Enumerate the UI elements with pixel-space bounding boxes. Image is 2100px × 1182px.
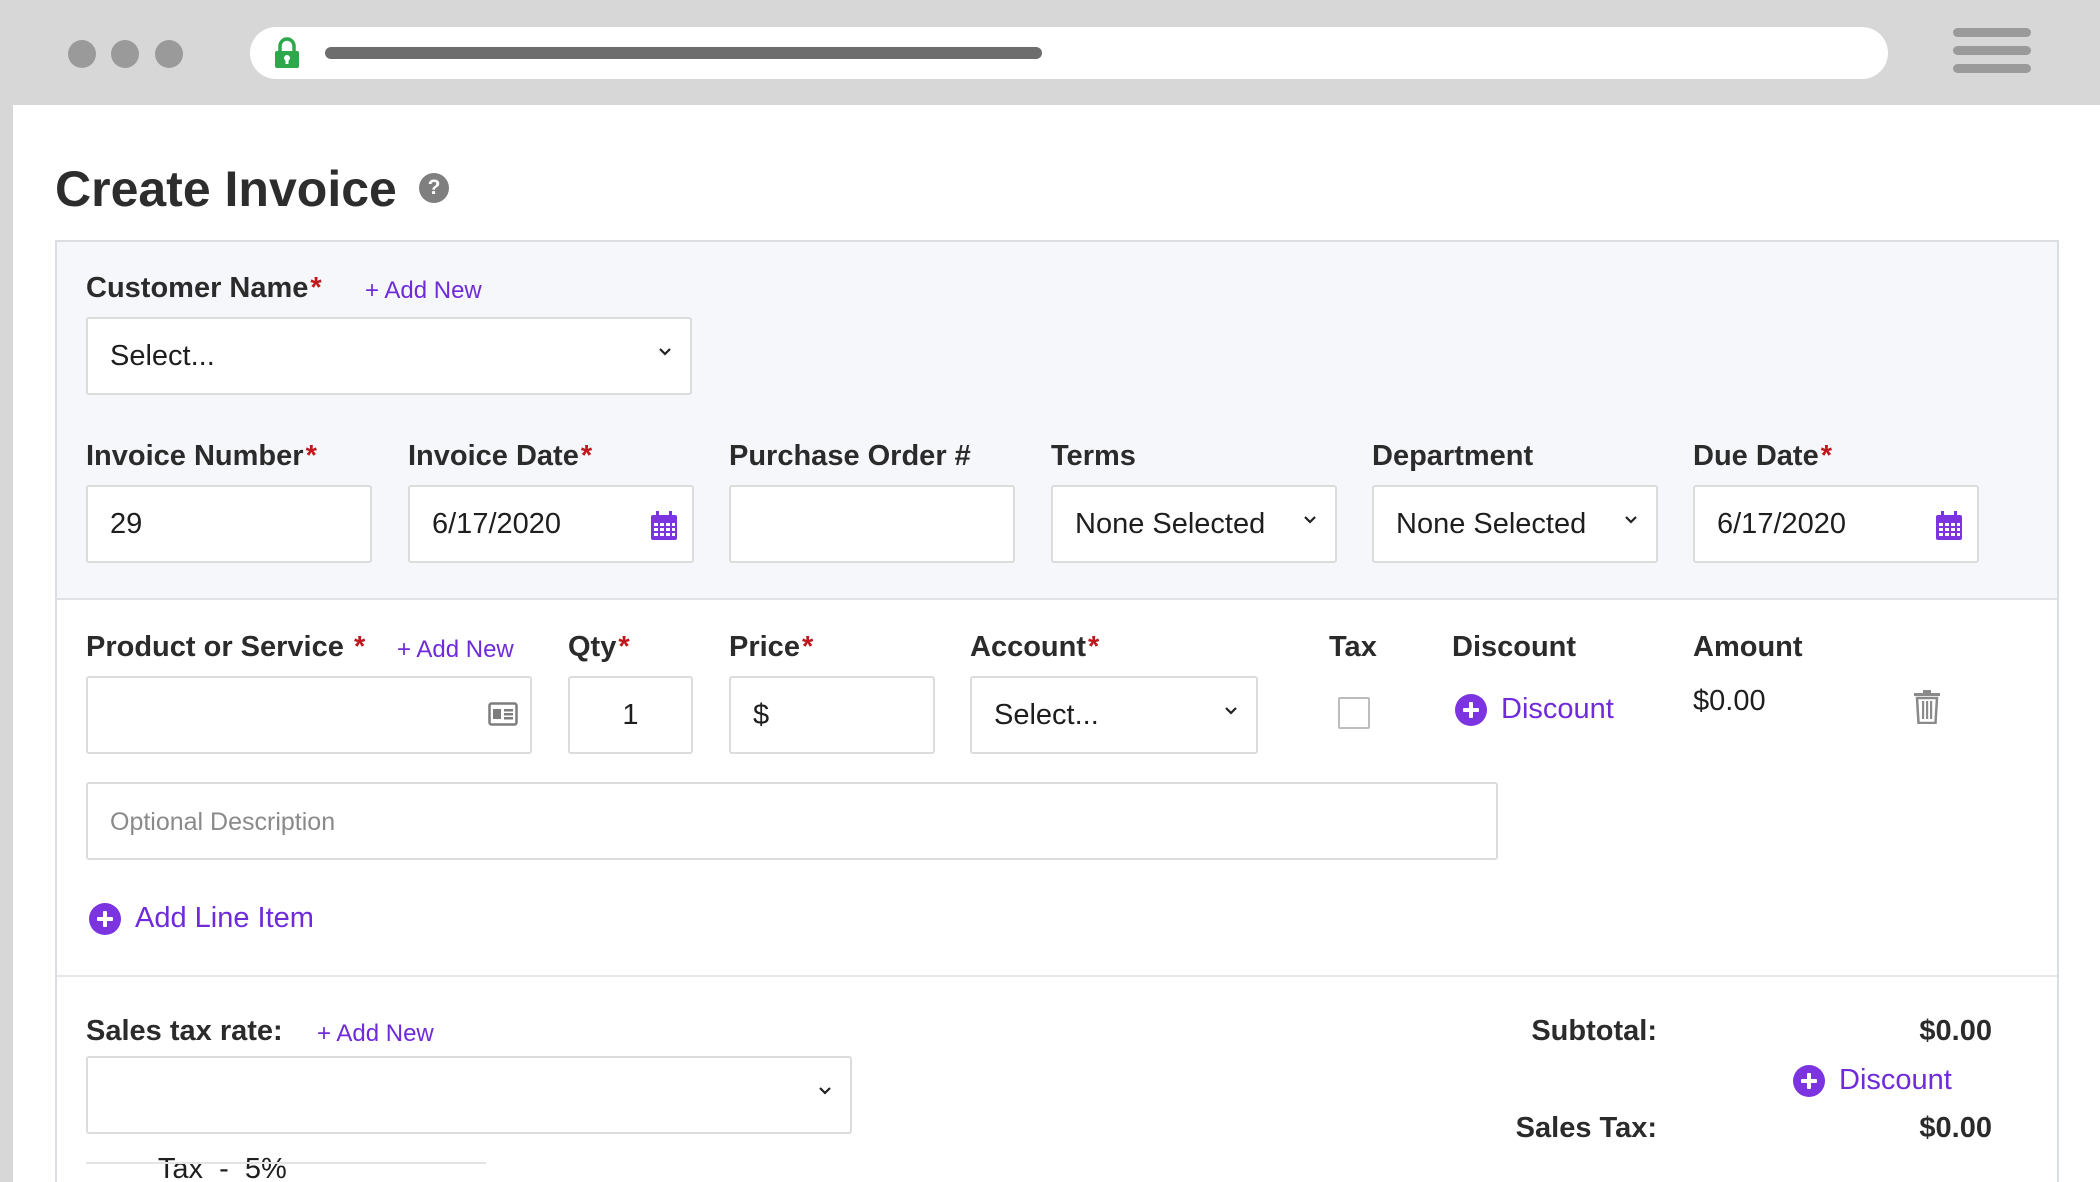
terms-label: Terms — [1051, 440, 1136, 472]
invoice-form: Customer Name* + Add New Select... Invoi… — [55, 240, 2059, 1182]
sales-tax-total-label: Sales Tax: — [1515, 1112, 1657, 1144]
product-service-label: Product or Service * — [86, 631, 366, 663]
chevron-down-icon — [659, 348, 671, 356]
id-card-icon — [488, 702, 518, 726]
plus-circle-icon — [89, 902, 121, 935]
customer-name-label: Customer Name* — [86, 272, 322, 304]
terms-select-value: None Selected — [1075, 508, 1266, 540]
add-new-product-link[interactable]: + Add New — [397, 636, 514, 664]
add-new-customer-link[interactable]: + Add New — [365, 277, 482, 305]
total-discount-button[interactable]: Discount — [1793, 1064, 1952, 1097]
account-select-value: Select... — [994, 699, 1099, 731]
tax-checkbox[interactable] — [1338, 697, 1370, 729]
browser-chrome — [0, 0, 2100, 105]
sales-tax-rate-label: Sales tax rate: — [86, 1015, 283, 1047]
discount-label: Discount — [1452, 631, 1577, 663]
address-bar[interactable] — [250, 27, 1888, 79]
calendar-icon[interactable] — [650, 511, 678, 541]
required-marker: * — [580, 440, 593, 472]
required-marker: * — [801, 631, 814, 663]
purchase-order-input[interactable] — [729, 485, 1015, 563]
description-placeholder: Optional Description — [110, 808, 336, 836]
subtotal-value: $0.00 — [1919, 1015, 1992, 1047]
required-marker: * — [310, 272, 322, 304]
department-select-value: None Selected — [1396, 508, 1587, 540]
qty-input[interactable]: 1 — [568, 676, 693, 754]
line-amount-value: $0.00 — [1693, 685, 1766, 717]
plus-circle-icon — [1793, 1064, 1825, 1097]
url-text-placeholder — [325, 47, 1042, 59]
add-line-item-label: Add Line Item — [135, 902, 314, 934]
sales-tax-total-value: $0.00 — [1919, 1112, 1992, 1144]
required-marker: * — [618, 631, 630, 663]
due-date-value: 6/17/2020 — [1717, 508, 1847, 540]
required-marker: * — [1820, 440, 1832, 472]
amount-label: Amount — [1693, 631, 1803, 663]
window-maximize-dot[interactable] — [155, 40, 183, 68]
chevron-down-icon — [1625, 516, 1637, 524]
department-label: Department — [1372, 440, 1534, 472]
line-discount-button[interactable]: Discount — [1455, 693, 1614, 726]
price-input[interactable]: $ — [729, 676, 935, 754]
sales-tax-select-value: Tax - 5% — [157, 1153, 287, 1182]
invoice-number-label: Invoice Number* — [86, 440, 317, 472]
invoice-date-value: 6/17/2020 — [432, 508, 562, 540]
required-marker: * — [353, 631, 366, 663]
terms-select[interactable]: None Selected — [1051, 485, 1337, 563]
department-select[interactable]: None Selected — [1372, 485, 1658, 563]
question-circle-icon[interactable]: ? — [419, 173, 449, 203]
add-line-item-button[interactable]: Add Line Item — [89, 902, 314, 935]
account-select[interactable]: Select... — [970, 676, 1258, 754]
customer-select-value: Select... — [110, 340, 215, 372]
menu-icon[interactable] — [1953, 28, 2031, 78]
line-discount-label: Discount — [1501, 693, 1614, 725]
add-new-tax-link[interactable]: + Add New — [317, 1020, 434, 1048]
window-minimize-dot[interactable] — [111, 40, 139, 68]
invoice-date-label: Invoice Date* — [408, 440, 593, 472]
invoice-date-input[interactable]: 6/17/2020 — [408, 485, 694, 563]
price-label: Price* — [729, 631, 814, 663]
invoice-number-input[interactable]: 29 — [86, 485, 372, 563]
product-service-input[interactable] — [86, 676, 532, 754]
plus-circle-icon — [1455, 693, 1487, 726]
divider — [86, 1162, 486, 1164]
due-date-input[interactable]: 6/17/2020 — [1693, 485, 1979, 563]
trash-icon[interactable] — [1914, 690, 1940, 724]
page: Create Invoice ? Customer Name* + Add Ne… — [13, 105, 2100, 1182]
tax-label: Tax — [1329, 631, 1377, 663]
sales-tax-select[interactable]: Tax - 5% — [86, 1056, 852, 1182]
due-date-label: Due Date* — [1693, 440, 1832, 472]
calendar-icon[interactable] — [1935, 511, 1963, 541]
chevron-down-icon — [1304, 516, 1316, 524]
page-title: Create Invoice — [55, 161, 397, 217]
purchase-order-label: Purchase Order # — [729, 440, 971, 472]
subtotal-label: Subtotal: — [1531, 1015, 1657, 1047]
chevron-down-icon — [819, 1087, 831, 1095]
window-close-dot[interactable] — [68, 40, 96, 68]
qty-label: Qty* — [568, 631, 630, 663]
lock-icon — [275, 37, 299, 68]
description-input[interactable]: Optional Description — [86, 782, 1498, 860]
total-discount-label: Discount — [1839, 1064, 1952, 1096]
divider — [57, 975, 2057, 977]
account-label: Account* — [970, 631, 1100, 663]
customer-select[interactable]: Select... — [86, 317, 692, 395]
required-marker: * — [1088, 631, 1100, 663]
required-marker: * — [305, 440, 317, 472]
chevron-down-icon — [1225, 707, 1237, 715]
